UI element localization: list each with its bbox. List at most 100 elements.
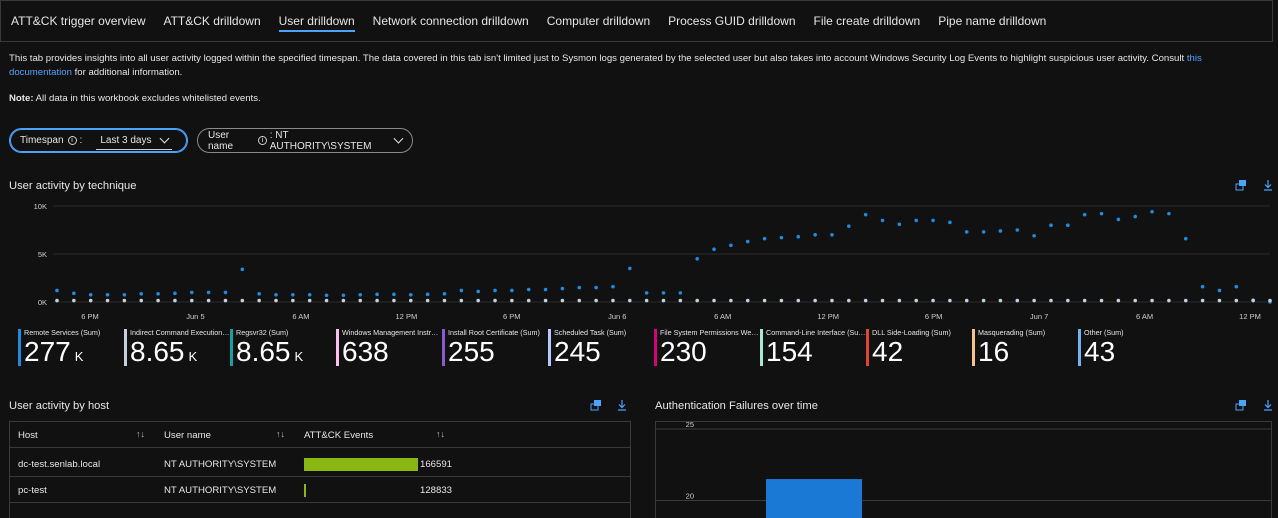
pin-dashboard-icon[interactable] [590, 399, 602, 411]
tab-file-create-drilldown[interactable]: File create drilldown [814, 1, 921, 41]
kpi-value-wrap: 277 K [24, 337, 124, 367]
kpi-tile[interactable]: Masquerading (Sum) 16 [972, 326, 1078, 370]
x-tick-label: 6 PM [925, 312, 943, 321]
x-tick-label: Jun 7 [1030, 312, 1048, 321]
data-point [307, 298, 312, 303]
data-point [914, 218, 919, 223]
kpi-color-bar [1078, 329, 1081, 366]
data-point [745, 239, 750, 244]
data-point [998, 229, 1003, 233]
pin-dashboard-icon[interactable] [1235, 399, 1247, 411]
data-point [526, 287, 531, 292]
data-point [1133, 214, 1138, 219]
kpi-color-bar [548, 329, 551, 366]
kpi-tile[interactable]: File System Permissions Weakness (Sum)23… [654, 326, 760, 370]
kpi-tile[interactable]: Windows Management Instrumentation (Sum)… [336, 326, 442, 370]
data-point [408, 293, 413, 297]
data-point [291, 298, 295, 303]
auth-failures-chart: 25 20 [656, 420, 1271, 518]
chevron-down-icon [393, 133, 404, 144]
kpi-color-bar [760, 329, 763, 366]
data-point [1217, 298, 1222, 303]
pin-dashboard-icon[interactable] [1235, 179, 1247, 191]
table-row[interactable]: pc-test NT AUTHORITY\SYSTEM 128833 [10, 477, 630, 503]
data-point [324, 298, 329, 303]
kpi-value-wrap: 16 [978, 337, 1078, 367]
kpi-color-bar [866, 329, 869, 366]
data-point [543, 287, 548, 292]
host-cell: pc-test [18, 485, 47, 496]
tab-network-connection-drilldown[interactable]: Network connection drilldown [373, 1, 529, 41]
data-point [1133, 298, 1138, 303]
data-point [392, 292, 396, 297]
data-point [1167, 298, 1171, 303]
technique-scatter-chart: 10K 5K 0K 6 PM Jun 5 6 AM 12 PM 6 PM Jun 6 6 AM 12… [34, 202, 1272, 321]
tab-attck-trigger-overview[interactable]: ATT&CK trigger overview [11, 1, 145, 41]
data-point [712, 298, 716, 303]
x-tick-label: 6 AM [1136, 312, 1153, 321]
data-point [560, 286, 565, 291]
data-point [745, 298, 750, 303]
data-point [375, 292, 379, 297]
data-point [695, 298, 699, 303]
timespan-dropdown[interactable]: Last 3 days [96, 132, 173, 150]
table-row[interactable]: dc-test.senlab.local NT AUTHORITY\SYSTEM… [10, 451, 630, 477]
x-tick-label: 12 PM [396, 312, 418, 321]
events-bar [304, 458, 418, 471]
documentation-link[interactable]: this [1187, 53, 1202, 64]
documentation-link-2[interactable]: documentation [9, 67, 72, 78]
column-header-attck-events[interactable]: ATT&CK Events [304, 430, 373, 441]
download-icon[interactable] [1262, 399, 1274, 411]
kpi-value-wrap: 638 [342, 337, 442, 367]
kpi-tile[interactable]: Indirect Command Execution (Sum)8.65K [124, 326, 230, 370]
kpi-value: 8.65 [236, 336, 291, 367]
kpi-value: 245 [554, 336, 601, 367]
data-point [476, 289, 480, 294]
kpi-tile[interactable]: Command-Line Interface (Sum) 154 [760, 326, 866, 370]
column-header-user-name[interactable]: User name [164, 430, 211, 441]
kpi-tile[interactable]: Install Root Certificate (Sum) 255 [442, 326, 548, 370]
kpi-unit: K [188, 349, 198, 364]
data-point [577, 298, 582, 303]
data-point [830, 298, 834, 303]
data-point [206, 298, 211, 303]
kpi-tile[interactable]: Other (Sum) 43 [1078, 326, 1184, 370]
info-icon[interactable]: i [258, 136, 267, 145]
data-point [1032, 298, 1036, 303]
data-point [442, 298, 447, 303]
kpi-color-bar [972, 329, 975, 366]
data-point [678, 291, 683, 295]
data-point [55, 288, 59, 293]
tab-attck-drilldown[interactable]: ATT&CK drilldown [163, 1, 260, 41]
data-point [375, 298, 379, 303]
data-point [173, 298, 177, 303]
username-parameter[interactable]: User name i : NT AUTHORITY\SYSTEM [197, 128, 413, 153]
data-point [611, 298, 615, 303]
tab-computer-drilldown[interactable]: Computer drilldown [547, 1, 650, 41]
info-icon[interactable]: i [67, 136, 77, 145]
kpi-tile[interactable]: Remote Services (Sum) 277 K [18, 326, 124, 370]
data-point [813, 233, 817, 237]
description-body: This tab provides insights into all user… [9, 53, 1187, 64]
kpi-tile[interactable]: Regsvr32 (Sum) 8.65 K [230, 326, 336, 370]
user-activity-title: User activity by technique [9, 180, 137, 192]
sort-icon[interactable]: ↑↓ [436, 429, 445, 439]
tab-user-drilldown[interactable]: User drilldown [278, 1, 355, 41]
kpi-tile[interactable]: DLL Side-Loading (Sum) 42 [866, 326, 972, 370]
timespan-parameter[interactable]: Timespan i: Last 3 days [9, 128, 188, 153]
data-point [880, 298, 885, 303]
sort-icon[interactable]: ↑↓ [136, 429, 145, 439]
tab-pipe-name-drilldown[interactable]: Pipe name drilldown [938, 1, 1046, 41]
user-cell: NT AUTHORITY\SYSTEM [164, 459, 277, 470]
column-header-host[interactable]: Host [18, 430, 38, 441]
data-point [594, 298, 598, 303]
sort-icon[interactable]: ↑↓ [276, 429, 285, 439]
x-tick-label: Jun 5 [186, 312, 204, 321]
kpi-tile[interactable]: Scheduled Task (Sum) 245 [548, 326, 654, 370]
download-icon[interactable] [1262, 179, 1274, 191]
kpi-value: 42 [872, 336, 904, 367]
tab-process-guid-drilldown[interactable]: Process GUID drilldown [668, 1, 795, 41]
download-icon[interactable] [616, 399, 628, 411]
kpi-value-wrap: 245 [554, 337, 654, 367]
x-tick-label: 6 AM [714, 312, 731, 321]
